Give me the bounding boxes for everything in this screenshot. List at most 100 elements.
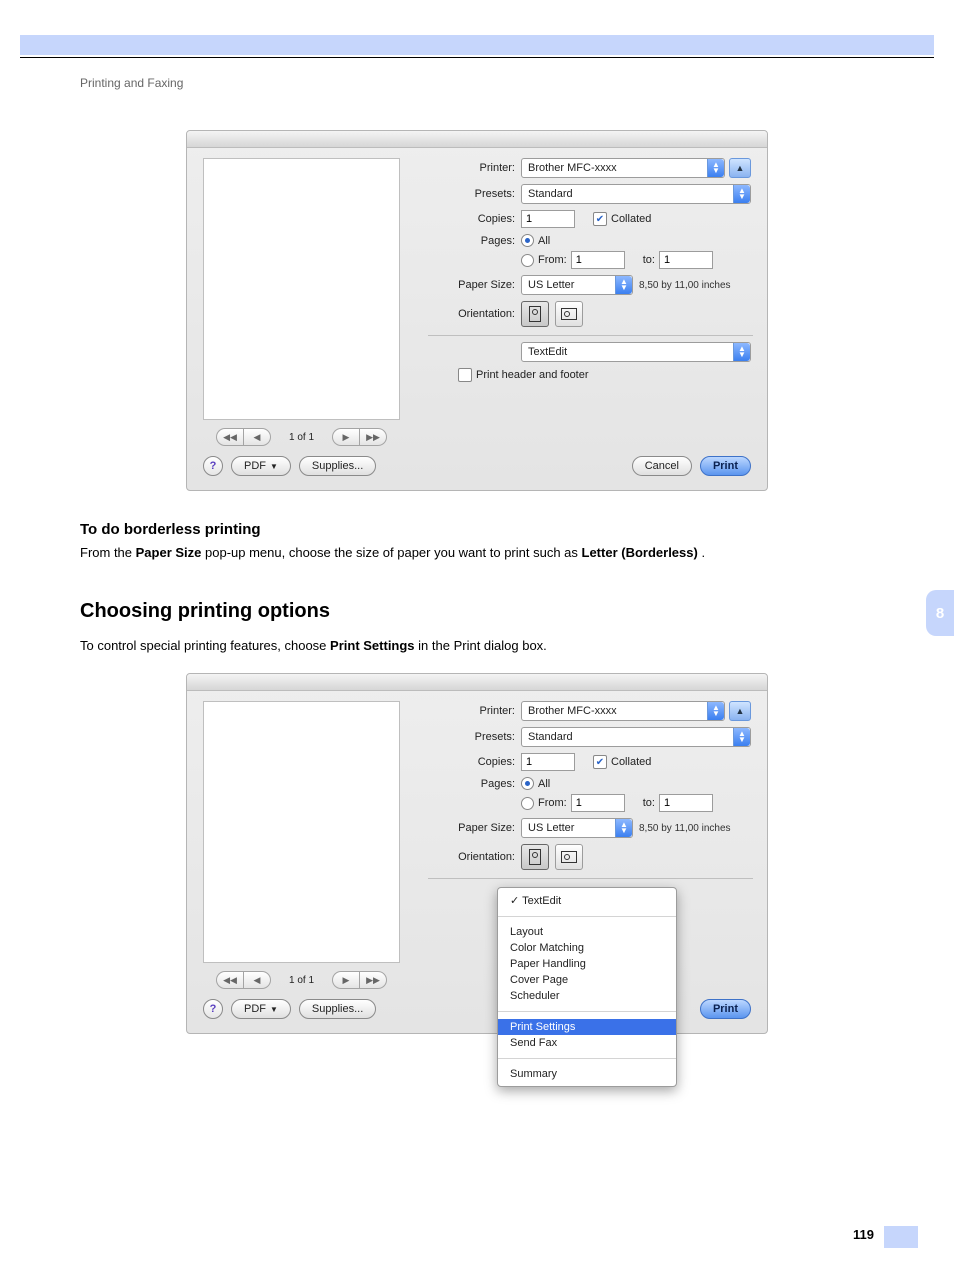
copies-label: Copies:: [430, 213, 521, 225]
printer-select[interactable]: Brother MFC-xxxx ▲▼: [521, 701, 725, 721]
menu-item-textedit[interactable]: TextEdit: [498, 892, 676, 909]
copies-input[interactable]: [521, 210, 575, 228]
copies-input[interactable]: [521, 753, 575, 771]
paper-size-select[interactable]: US Letter ▲▼: [521, 275, 633, 295]
options-heading: Choosing printing options: [80, 600, 874, 623]
updown-icon: ▲▼: [707, 702, 724, 720]
pages-all-radio[interactable]: [521, 234, 534, 247]
dialog-titlebar: [187, 674, 767, 691]
updown-icon: ▲▼: [733, 185, 750, 203]
header-footer-label: Print header and footer: [476, 369, 589, 381]
presets-label: Presets:: [430, 188, 521, 200]
presets-select[interactable]: Standard ▲▼: [521, 727, 751, 747]
pages-from-input[interactable]: [571, 794, 625, 812]
dialog-titlebar: [187, 131, 767, 148]
pages-to-input[interactable]: [659, 251, 713, 269]
cancel-button[interactable]: Cancel: [632, 456, 692, 476]
supplies-button[interactable]: Supplies...: [299, 999, 376, 1019]
print-dialog-menu-open: ◀◀ ◀ 1 of 1 ▶ ▶▶: [186, 673, 768, 1034]
pages-all-radio[interactable]: [521, 777, 534, 790]
paper-size-label: Paper Size:: [430, 279, 521, 291]
menu-item-print-settings[interactable]: Print Settings: [498, 1019, 676, 1035]
orientation-label: Orientation:: [430, 308, 521, 320]
pager-next-button[interactable]: ▶: [332, 971, 359, 989]
collated-label: Collated: [611, 756, 651, 768]
pages-to-input[interactable]: [659, 794, 713, 812]
print-section-select[interactable]: TextEdit ▲▼: [521, 342, 751, 362]
menu-item-color-matching[interactable]: Color Matching: [498, 940, 676, 956]
pages-to-label: to:: [643, 797, 655, 809]
menu-item-cover-page[interactable]: Cover Page: [498, 972, 676, 988]
updown-icon: ▲▼: [733, 728, 750, 746]
running-header: Printing and Faxing: [80, 76, 954, 90]
preview-pager: ◀◀ ◀ 1 of 1 ▶ ▶▶: [203, 971, 400, 989]
supplies-button[interactable]: Supplies...: [299, 456, 376, 476]
pages-range-radio[interactable]: [521, 797, 534, 810]
borderless-body: From the Paper Size pop-up menu, choose …: [80, 544, 874, 562]
paper-size-select[interactable]: US Letter ▲▼: [521, 818, 633, 838]
pager-prev-button[interactable]: ◀: [243, 428, 271, 446]
pages-from-input[interactable]: [571, 251, 625, 269]
orientation-label: Orientation:: [430, 851, 521, 863]
landscape-icon: [561, 851, 577, 863]
pager-first-button[interactable]: ◀◀: [216, 428, 243, 446]
pages-label: Pages:: [430, 778, 521, 790]
help-button[interactable]: ?: [203, 456, 223, 476]
menu-item-summary[interactable]: Summary: [498, 1066, 676, 1082]
pager-prev-button[interactable]: ◀: [243, 971, 271, 989]
page-number-accent: [884, 1226, 918, 1248]
updown-icon: ▲▼: [733, 343, 750, 361]
page-header-bar: [20, 35, 934, 55]
chapter-tab: 8: [926, 590, 954, 636]
section-popup-menu[interactable]: TextEdit Layout Color Matching Paper Han…: [497, 887, 677, 1087]
print-dialog-textedit: ◀◀ ◀ 1 of 1 ▶ ▶▶: [186, 130, 768, 491]
pages-from-label: From:: [538, 797, 567, 809]
print-preview-pane: [203, 158, 400, 420]
orientation-portrait-button[interactable]: [521, 844, 549, 870]
pages-range-radio[interactable]: [521, 254, 534, 267]
orientation-landscape-button[interactable]: [555, 844, 583, 870]
orientation-landscape-button[interactable]: [555, 301, 583, 327]
menu-item-scheduler[interactable]: Scheduler: [498, 988, 676, 1004]
options-body: To control special printing features, ch…: [80, 637, 874, 655]
paper-dimensions: 8,50 by 11,00 inches: [639, 823, 731, 834]
help-button[interactable]: ?: [203, 999, 223, 1019]
landscape-icon: [561, 308, 577, 320]
printer-status-button[interactable]: ▲: [729, 701, 751, 721]
paper-size-label: Paper Size:: [430, 822, 521, 834]
collated-label: Collated: [611, 213, 651, 225]
pager-next-button[interactable]: ▶: [332, 428, 359, 446]
pages-all-label: All: [538, 778, 550, 790]
menu-item-send-fax[interactable]: Send Fax: [498, 1035, 676, 1051]
preview-pager: ◀◀ ◀ 1 of 1 ▶ ▶▶: [203, 428, 400, 446]
pager-status: 1 of 1: [289, 975, 314, 986]
pages-label: Pages:: [430, 235, 521, 247]
pager-first-button[interactable]: ◀◀: [216, 971, 243, 989]
pager-last-button[interactable]: ▶▶: [359, 971, 387, 989]
presets-select[interactable]: Standard ▲▼: [521, 184, 751, 204]
pdf-menu-button[interactable]: PDF▼: [231, 456, 291, 476]
orientation-portrait-button[interactable]: [521, 301, 549, 327]
header-footer-checkbox[interactable]: [458, 368, 472, 382]
printer-status-button[interactable]: ▲: [729, 158, 751, 178]
menu-item-layout[interactable]: Layout: [498, 924, 676, 940]
paper-dimensions: 8,50 by 11,00 inches: [639, 280, 731, 291]
printer-select[interactable]: Brother MFC-xxxx ▲▼: [521, 158, 725, 178]
collated-checkbox[interactable]: ✔: [593, 212, 607, 226]
pdf-menu-button[interactable]: PDF▼: [231, 999, 291, 1019]
print-preview-pane: [203, 701, 400, 963]
pages-from-label: From:: [538, 254, 567, 266]
collated-checkbox[interactable]: ✔: [593, 755, 607, 769]
printer-label: Printer:: [430, 162, 521, 174]
updown-icon: ▲▼: [707, 159, 724, 177]
borderless-heading: To do borderless printing: [80, 521, 874, 538]
updown-icon: ▲▼: [615, 276, 632, 294]
menu-item-paper-handling[interactable]: Paper Handling: [498, 956, 676, 972]
printer-label: Printer:: [430, 705, 521, 717]
portrait-icon: [529, 849, 541, 865]
print-button[interactable]: Print: [700, 456, 751, 476]
pager-last-button[interactable]: ▶▶: [359, 428, 387, 446]
updown-icon: ▲▼: [615, 819, 632, 837]
pages-to-label: to:: [643, 254, 655, 266]
print-button[interactable]: Print: [700, 999, 751, 1019]
